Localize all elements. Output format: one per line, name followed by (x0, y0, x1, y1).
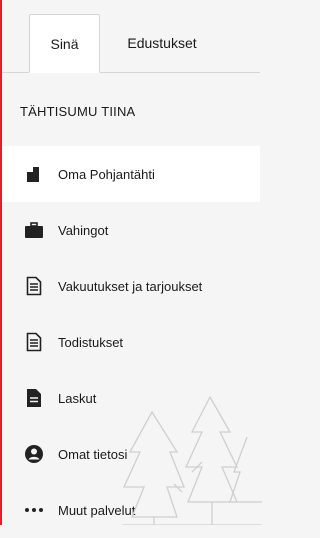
more-icon (24, 500, 44, 520)
document-icon (24, 276, 44, 296)
menu-item-vakuutukset[interactable]: Vakuutukset ja tarjoukset (2, 258, 260, 314)
menu-item-label: Oma Pohjantähti (58, 166, 155, 182)
menu-item-oma-pohjantahti[interactable]: Oma Pohjantähti (2, 146, 260, 202)
menu-item-label: Laskut (58, 390, 97, 406)
invoice-icon (24, 388, 44, 408)
menu-item-vahingot[interactable]: Vahingot (2, 202, 260, 258)
briefcase-icon (24, 220, 44, 240)
document-icon (24, 332, 44, 352)
tree-illustration (122, 395, 262, 525)
user-icon (24, 444, 44, 464)
menu-item-todistukset[interactable]: Todistukset (2, 314, 260, 370)
user-name-heading: TÄHTISUMU TIINA (20, 104, 136, 119)
home-icon (24, 164, 44, 184)
menu-item-label: Vahingot (58, 222, 109, 238)
menu-item-label: Omat tietosi (58, 446, 128, 462)
menu-item-label: Todistukset (58, 334, 124, 350)
tab-bar: Sinä Edustukset (2, 0, 260, 73)
tab-sina[interactable]: Sinä (29, 14, 100, 73)
menu-item-label: Vakuutukset ja tarjoukset (58, 278, 203, 294)
sidebar: Sinä Edustukset TÄHTISUMU TIINA Oma Pohj… (0, 0, 262, 525)
tab-edustukset[interactable]: Edustukset (114, 14, 210, 72)
